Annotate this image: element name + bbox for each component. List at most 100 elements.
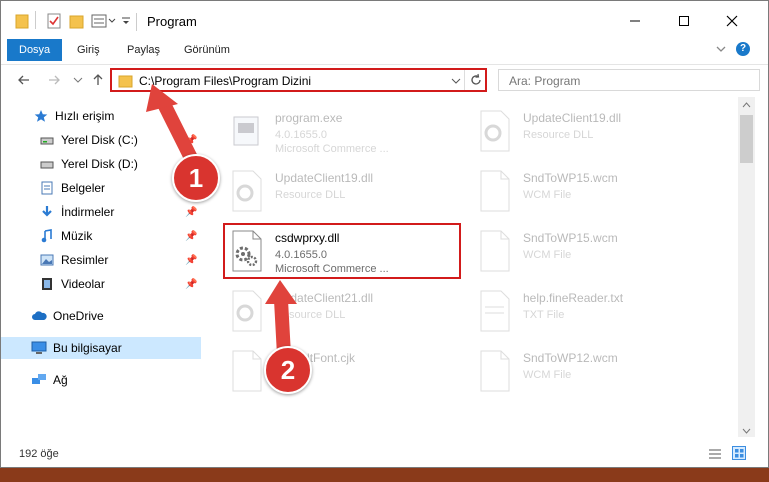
vertical-scrollbar[interactable] (738, 97, 755, 437)
file-item[interactable]: SndToWP15.wcm WCM File (478, 225, 718, 281)
file-item[interactable]: help.fineReader.txt TXT File (478, 285, 718, 341)
file-item[interactable]: UpdateClient19.dll Resource DLL (478, 105, 718, 161)
nav-label: Hızlı erişim (55, 109, 115, 123)
tab-giris[interactable]: Giriş (77, 39, 100, 61)
pictures-icon (39, 252, 55, 268)
pin-icon: 📌 (185, 230, 198, 242)
network-icon (31, 372, 47, 388)
download-icon (39, 204, 55, 220)
address-row: C:\Program Files\Program Dizini (1, 64, 768, 95)
nav-label: Yerel Disk (D:) (61, 157, 138, 171)
file-name: SndToWP15.wcm (523, 171, 618, 185)
file-name: UpdateClient19.dll (275, 171, 374, 185)
details-view-icon[interactable] (708, 447, 722, 464)
highlight-box-file (223, 223, 461, 279)
nav-quick-access[interactable]: Hızlı erişim (1, 105, 233, 127)
step-badge-2: 2 (264, 346, 312, 394)
new-folder-icon[interactable] (69, 12, 85, 30)
tab-gorunum[interactable]: Görünüm (184, 39, 230, 61)
nav-pictures[interactable]: Resimler 📌 (1, 249, 239, 271)
pin-icon: 📌 (185, 254, 198, 266)
nav-disk-c[interactable]: Yerel Disk (C:) 📌 (1, 129, 239, 151)
search-input[interactable] (507, 71, 751, 91)
file-item[interactable]: program.exe 4.0.1655.0 Microsoft Commerc… (230, 105, 470, 161)
nav-label: Belgeler (61, 181, 106, 195)
item-count: 192 öğe (19, 448, 59, 460)
file-item[interactable]: UpdateClient19.dll Resource DLL (230, 165, 470, 221)
dll-icon (480, 110, 510, 152)
nav-label: Müzik (61, 229, 93, 243)
file-type: TXT File (523, 309, 565, 321)
help-icon[interactable]: ? (736, 42, 750, 56)
navigation-pane: Hızlı erişim Yerel Disk (C:) 📌 Yerel Dis… (1, 97, 206, 437)
file-version: 4.0.1655.0 (275, 129, 327, 141)
scroll-up-icon[interactable] (742, 101, 751, 109)
scroll-thumb[interactable] (740, 115, 753, 163)
nav-label: Ağ (53, 373, 68, 387)
file-type: WCM File (523, 249, 572, 261)
minimize-icon (630, 20, 640, 22)
exe-icon (233, 116, 259, 146)
address-path: C:\Program Files\Program Dizini (139, 74, 312, 88)
expand-ribbon-icon[interactable] (715, 43, 727, 58)
title-bar: Program (1, 1, 768, 39)
file-type: WCM File (523, 189, 572, 201)
file-item[interactable]: SndToWP12.wcm WCM File (478, 345, 718, 401)
file-description: Microsoft Commerce ... (275, 143, 389, 155)
file-name: help.fineReader.txt (523, 291, 624, 305)
address-bar[interactable]: C:\Program Files\Program Dizini (110, 68, 487, 92)
nav-label: OneDrive (53, 309, 104, 323)
file-name: UpdateClient19.dll (523, 111, 622, 125)
step-badge-1: 1 (172, 154, 220, 202)
refresh-icon[interactable] (469, 73, 483, 90)
up-button[interactable] (89, 71, 107, 89)
music-icon (39, 228, 55, 244)
nav-this-pc[interactable]: Bu bilgisayar (1, 337, 201, 359)
tab-paylas[interactable]: Paylaş (127, 39, 160, 61)
recent-locations-button[interactable] (69, 71, 87, 89)
nav-music[interactable]: Müzik 📌 (1, 225, 239, 247)
back-button[interactable] (15, 71, 33, 89)
file-type: Resource DLL (275, 309, 346, 321)
nav-label: Bu bilgisayar (53, 341, 122, 355)
videos-icon (39, 276, 55, 292)
minimize-button[interactable] (620, 9, 650, 33)
nav-network[interactable]: Ağ (1, 369, 231, 391)
status-bar: 192 öğe (1, 443, 768, 465)
file-type: Resource DLL (523, 129, 594, 141)
toolbar-divider (35, 11, 36, 29)
up-arrow-icon (93, 74, 103, 85)
file-type: Resource DLL (275, 189, 346, 201)
nav-label: Yerel Disk (C:) (61, 133, 138, 147)
file-name: UpdateClient21.dll (275, 291, 374, 305)
file-item[interactable]: SndToWP15.wcm WCM File (478, 165, 718, 221)
maximize-button[interactable] (669, 9, 699, 33)
search-box[interactable] (498, 69, 760, 91)
drive-icon (39, 132, 55, 148)
maximize-icon (679, 16, 689, 26)
address-dropdown-icon[interactable] (451, 75, 461, 89)
pin-icon: 📌 (185, 278, 198, 290)
customize-toolbar-icon[interactable] (121, 12, 131, 30)
forward-arrow-icon (49, 75, 60, 85)
folder-icon (15, 12, 29, 30)
nav-downloads[interactable]: İndirmeler 📌 (1, 201, 239, 223)
pin-icon: 📌 (185, 134, 198, 146)
nav-onedrive[interactable]: OneDrive (1, 305, 231, 327)
computer-icon (31, 340, 47, 356)
file-item[interactable]: UpdateClient21.dll Resource DLL (230, 285, 470, 341)
view-icon[interactable] (91, 12, 117, 30)
dll-icon (232, 290, 262, 332)
title-separator (136, 13, 137, 31)
star-icon (33, 108, 49, 124)
file-icon (232, 350, 262, 392)
nav-videos[interactable]: Videolar 📌 (1, 273, 239, 295)
close-button[interactable] (717, 9, 747, 33)
tab-dosya[interactable]: Dosya (7, 39, 63, 61)
address-divider (464, 70, 465, 90)
scroll-down-icon[interactable] (742, 427, 751, 435)
folder-icon (118, 73, 134, 92)
properties-icon[interactable] (46, 12, 62, 30)
large-icons-view-icon[interactable] (732, 446, 746, 460)
forward-button[interactable] (45, 71, 63, 89)
